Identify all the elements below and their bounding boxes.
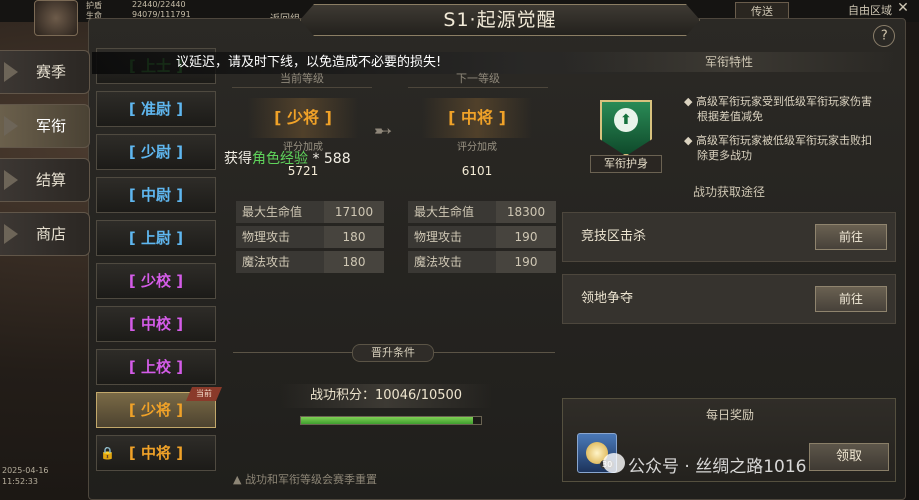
stat-row: 魔法攻击 180 (236, 251, 384, 273)
tab-arrow-icon (4, 224, 18, 244)
next-score: 6101 (461, 164, 493, 178)
rank-item[interactable]: [ 上校 ] (96, 349, 216, 385)
rank-shield-label: 军衔护身 (590, 155, 662, 173)
tab-label: 商店 (36, 225, 67, 243)
tab-arrow-icon (4, 170, 18, 190)
rank-item[interactable]: [ 少尉 ] (96, 134, 216, 170)
trait-line: ◆ 高级军衔玩家被低级军衔玩家击败扣 (684, 134, 872, 147)
stat-value: 17100 (324, 201, 384, 223)
tab-settlement[interactable]: 结算 (0, 158, 90, 202)
stat-value: 190 (496, 251, 556, 273)
rank-item[interactable]: [ 准尉 ] (96, 91, 216, 127)
stat-value: 180 (324, 226, 384, 248)
tab-label: 结算 (36, 171, 67, 189)
help-glyph: ? (880, 28, 888, 43)
gain-suffix: * 588 (312, 151, 351, 167)
reset-note: ▲ 战功和军衔等级会赛季重置 (233, 473, 377, 486)
page-title: S1·起源觉醒 (300, 4, 700, 36)
hp-value: 22440/22440 (132, 0, 186, 9)
trait-line: 根据差值减免 (697, 110, 763, 123)
stat-key: 魔法攻击 (414, 255, 463, 269)
stat-key: 物理攻击 (242, 230, 291, 244)
close-icon[interactable]: ✕ (890, 0, 916, 20)
traits-head: 军衔特性 (562, 52, 896, 72)
current-level-head: 当前等级 (232, 70, 372, 88)
current-rank: [ 少将 ] (248, 98, 358, 138)
daily-reward-head: 每日奖励 (705, 408, 754, 422)
reward-gain-text: 获得角色经验 * 588 (224, 148, 351, 168)
merit-progress-fill (301, 417, 473, 424)
current-badge: 当前 (186, 387, 222, 401)
next-rank: [ 中将 ] (422, 98, 532, 138)
stat-key: 最大生命值 (242, 205, 303, 219)
goto-button[interactable]: 前往 (815, 286, 887, 312)
stat-value: 18300 (496, 201, 556, 223)
tab-season[interactable]: 赛季 (0, 50, 90, 94)
watermark: 公众号 · 丝绸之路1016 (628, 457, 807, 477)
lock-icon: 🔒 (100, 446, 115, 460)
system-clock: 2025-04-16 11:52:33 (2, 465, 49, 487)
tab-label: 赛季 (36, 63, 67, 81)
stat-value: 190 (496, 226, 556, 248)
source-label: 领地争夺 (581, 291, 634, 306)
gain-prefix: 获得 (224, 151, 252, 167)
sources-head: 战功获取途径 (692, 185, 765, 199)
tab-arrow-icon (4, 116, 18, 136)
tab-rank[interactable]: 军衔 (0, 104, 90, 148)
rank-item[interactable]: [ 上尉 ] (96, 220, 216, 256)
promo-label: 晋升条件 (352, 344, 434, 362)
rank-item[interactable]: [ 中尉 ] (96, 177, 216, 213)
source-label: 竞技区击杀 (581, 229, 647, 244)
merit-points: 战功积分：10046/10500 (280, 384, 492, 408)
claim-button[interactable]: 领取 (809, 443, 889, 471)
stat-key: 魔法攻击 (242, 255, 291, 269)
rank-item[interactable]: [ 少校 ] (96, 263, 216, 299)
avatar[interactable] (34, 0, 78, 36)
stat-key: 物理攻击 (414, 230, 463, 244)
trait-line: ◆ 高级军衔玩家受到低级军衔玩家伤害 (684, 95, 872, 108)
next-score-label: 评分加成 (457, 142, 497, 153)
tab-shop[interactable]: 商店 (0, 212, 90, 256)
stat-value: 180 (324, 251, 384, 273)
tab-label: 军衔 (36, 117, 67, 135)
goto-button[interactable]: 前往 (815, 224, 887, 250)
stat-key: 最大生命值 (414, 205, 475, 219)
next-level-head: 下一等级 (408, 70, 548, 88)
clock-time: 11:52:33 (2, 477, 38, 486)
wechat-icon (603, 453, 625, 473)
stat-row: 物理攻击 180 (236, 226, 384, 248)
rank-item[interactable]: [ 中校 ] (96, 306, 216, 342)
shield-up-arrow-icon: ⬆ (614, 108, 638, 132)
stat-row: 最大生命值 17100 (236, 201, 384, 223)
clock-date: 2025-04-16 (2, 466, 49, 475)
stat-row: 最大生命值 18300 (408, 201, 556, 223)
source-row-arena: 竞技区击杀 前往 (562, 212, 896, 262)
tab-arrow-icon (4, 62, 18, 82)
merit-progress-bar (300, 416, 482, 425)
stat-row: 魔法攻击 190 (408, 251, 556, 273)
stat-row: 物理攻击 190 (408, 226, 556, 248)
trait-line: 除更多战功 (697, 149, 752, 162)
gain-item: 角色经验 (252, 151, 308, 167)
upgrade-arrow-icon: ➸ (374, 119, 393, 144)
source-row-territory: 领地争夺 前往 (562, 274, 896, 324)
